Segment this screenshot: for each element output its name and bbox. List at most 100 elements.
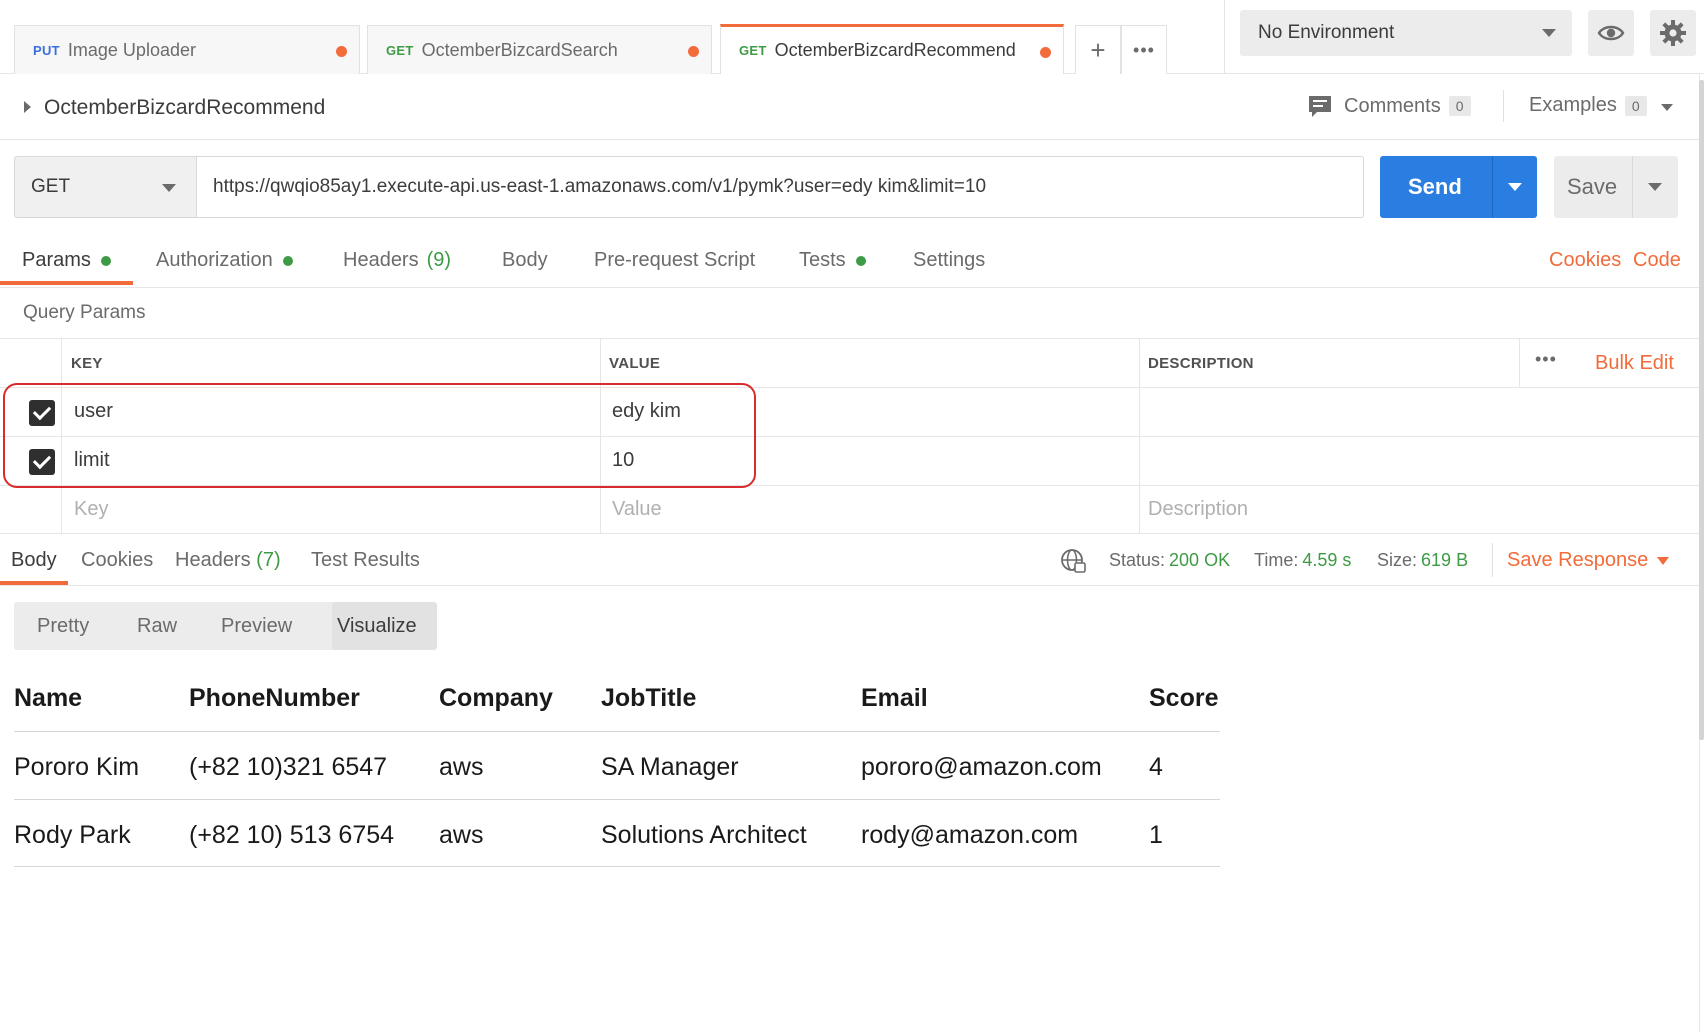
divider — [1519, 339, 1520, 388]
bulk-edit-link[interactable]: Bulk Edit — [1595, 352, 1674, 375]
chevron-down-icon — [1542, 29, 1556, 37]
manage-environments-button[interactable] — [1650, 10, 1696, 56]
tab-label: Pre-request Script — [594, 249, 756, 271]
request-header: OctemberBizcardRecommend Comments 0 Exam… — [0, 74, 1704, 140]
tab-tests[interactable]: Tests — [799, 249, 866, 272]
tab-options-button[interactable]: ••• — [1121, 25, 1167, 74]
request-tabs: Params Authorization Headers (9) Body Pr… — [0, 234, 1704, 288]
size-label: Size: — [1377, 550, 1418, 570]
column-header-phone: PhoneNumber — [189, 684, 360, 712]
save-options-chevron-icon[interactable] — [1648, 183, 1662, 191]
tab-image-uploader[interactable]: PUT Image Uploader — [14, 25, 360, 74]
table-header-row: Name PhoneNumber Company JobTitle Email … — [14, 668, 1220, 736]
tab-label: Tests — [799, 249, 846, 271]
table-header-row: KEY VALUE DESCRIPTION ••• Bulk Edit — [0, 338, 1704, 388]
key-placeholder[interactable]: Key — [74, 498, 108, 521]
request-title[interactable]: OctemberBizcardRecommend — [44, 96, 325, 120]
scrollbar-thumb[interactable] — [1699, 80, 1704, 740]
divider — [1224, 0, 1225, 74]
send-label: Send — [1408, 174, 1462, 199]
gear-icon — [1660, 20, 1686, 46]
tab-name: OctemberBizcardSearch — [421, 39, 618, 60]
save-button[interactable]: Save — [1554, 156, 1678, 218]
divider — [1492, 156, 1493, 218]
tab-params[interactable]: Params — [22, 249, 111, 272]
view-raw-button[interactable]: Raw — [137, 615, 177, 638]
view-visualize-button[interactable]: Visualize — [337, 615, 417, 638]
chevron-down-icon[interactable] — [1657, 557, 1669, 565]
plus-icon: + — [1090, 34, 1106, 65]
divider — [1503, 90, 1504, 122]
query-params-label: Query Params — [23, 302, 146, 323]
unsaved-dot-icon — [336, 46, 347, 57]
environment-quick-look-button[interactable] — [1588, 10, 1634, 56]
chevron-down-icon[interactable] — [1661, 104, 1673, 111]
tab-test-results[interactable]: Test Results — [311, 549, 420, 572]
description-column-header: DESCRIPTION — [1148, 355, 1254, 372]
status-dot-icon — [282, 255, 293, 266]
examples-count-badge: 0 — [1624, 95, 1647, 116]
http-method-label: GET — [31, 176, 71, 197]
tab-octemberbizcardrecommend[interactable]: GET OctemberBizcardRecommend — [720, 24, 1064, 74]
http-method-select[interactable]: GET — [14, 156, 196, 218]
divider — [1632, 156, 1633, 218]
value-placeholder[interactable]: Value — [612, 498, 662, 521]
status-dot-icon — [855, 255, 866, 266]
view-preview-button[interactable]: Preview — [221, 615, 292, 638]
environment-select[interactable]: No Environment — [1240, 10, 1572, 56]
tab-settings[interactable]: Settings — [913, 249, 985, 272]
cookies-link[interactable]: Cookies — [1549, 249, 1621, 272]
eye-icon — [1597, 25, 1625, 41]
more-dots-icon[interactable]: ••• — [1535, 349, 1557, 370]
divider — [1139, 338, 1140, 534]
code-link[interactable]: Code — [1633, 249, 1681, 272]
new-param-row: Key Value Description — [0, 485, 1704, 534]
send-options-chevron-icon[interactable] — [1508, 183, 1522, 191]
cell-company: aws — [439, 753, 484, 781]
tab-method: PUT — [33, 42, 60, 58]
tab-octemberbizcardsearch[interactable]: GET OctemberBizcardSearch — [367, 25, 712, 74]
save-label: Save — [1567, 174, 1618, 199]
headers-count: (9) — [426, 249, 452, 271]
cell-phone: (+82 10)321 6547 — [189, 753, 388, 781]
save-response-button[interactable]: Save Response — [1507, 549, 1648, 572]
tab-pre-request-script[interactable]: Pre-request Script — [594, 249, 755, 272]
unsaved-dot-icon — [1040, 47, 1051, 58]
comments-button[interactable]: Comments 0 — [1308, 94, 1471, 118]
view-mode-selector: Pretty Raw Preview Visualize — [14, 602, 437, 650]
unsaved-dot-icon — [688, 46, 699, 57]
key-column-header: KEY — [71, 355, 103, 372]
description-placeholder[interactable]: Description — [1148, 498, 1248, 521]
comments-label: Comments — [1344, 94, 1441, 117]
status-label: Status: — [1109, 550, 1166, 570]
tab-name: OctemberBizcardRecommend — [774, 40, 1016, 60]
network-globe-icon[interactable] — [1060, 548, 1086, 574]
more-dots-icon: ••• — [1133, 39, 1155, 60]
tab-headers[interactable]: Headers (9) — [343, 249, 451, 272]
cell-name: Rody Park — [14, 821, 131, 849]
tab-label: Body — [502, 249, 548, 271]
new-tab-button[interactable]: + — [1075, 25, 1121, 74]
cell-company: aws — [439, 821, 484, 849]
tab-response-cookies[interactable]: Cookies — [81, 549, 153, 572]
tab-method: GET — [386, 42, 414, 58]
tab-response-body[interactable]: Body — [11, 549, 57, 572]
view-pretty-button[interactable]: Pretty — [37, 615, 89, 638]
tab-label: Headers — [343, 249, 419, 271]
tab-name: Image Uploader — [67, 39, 196, 60]
cell-score: 1 — [1149, 821, 1163, 849]
annotation-highlight — [3, 383, 756, 488]
send-button[interactable]: Send — [1380, 156, 1537, 218]
expand-caret-icon[interactable] — [24, 101, 31, 113]
examples-button[interactable]: Examples 0 — [1529, 94, 1647, 117]
tab-body[interactable]: Body — [502, 249, 548, 272]
environment-label: No Environment — [1258, 22, 1395, 43]
tab-response-headers[interactable]: Headers (7) — [175, 549, 281, 572]
url-input[interactable] — [196, 156, 1364, 218]
tab-label: Headers — [175, 549, 251, 571]
tab-authorization[interactable]: Authorization — [156, 249, 293, 272]
tab-label: Params — [22, 249, 91, 271]
cell-phone: (+82 10) 513 6754 — [189, 821, 395, 849]
column-header-score: Score — [1149, 684, 1219, 712]
tab-method: GET — [739, 43, 767, 58]
